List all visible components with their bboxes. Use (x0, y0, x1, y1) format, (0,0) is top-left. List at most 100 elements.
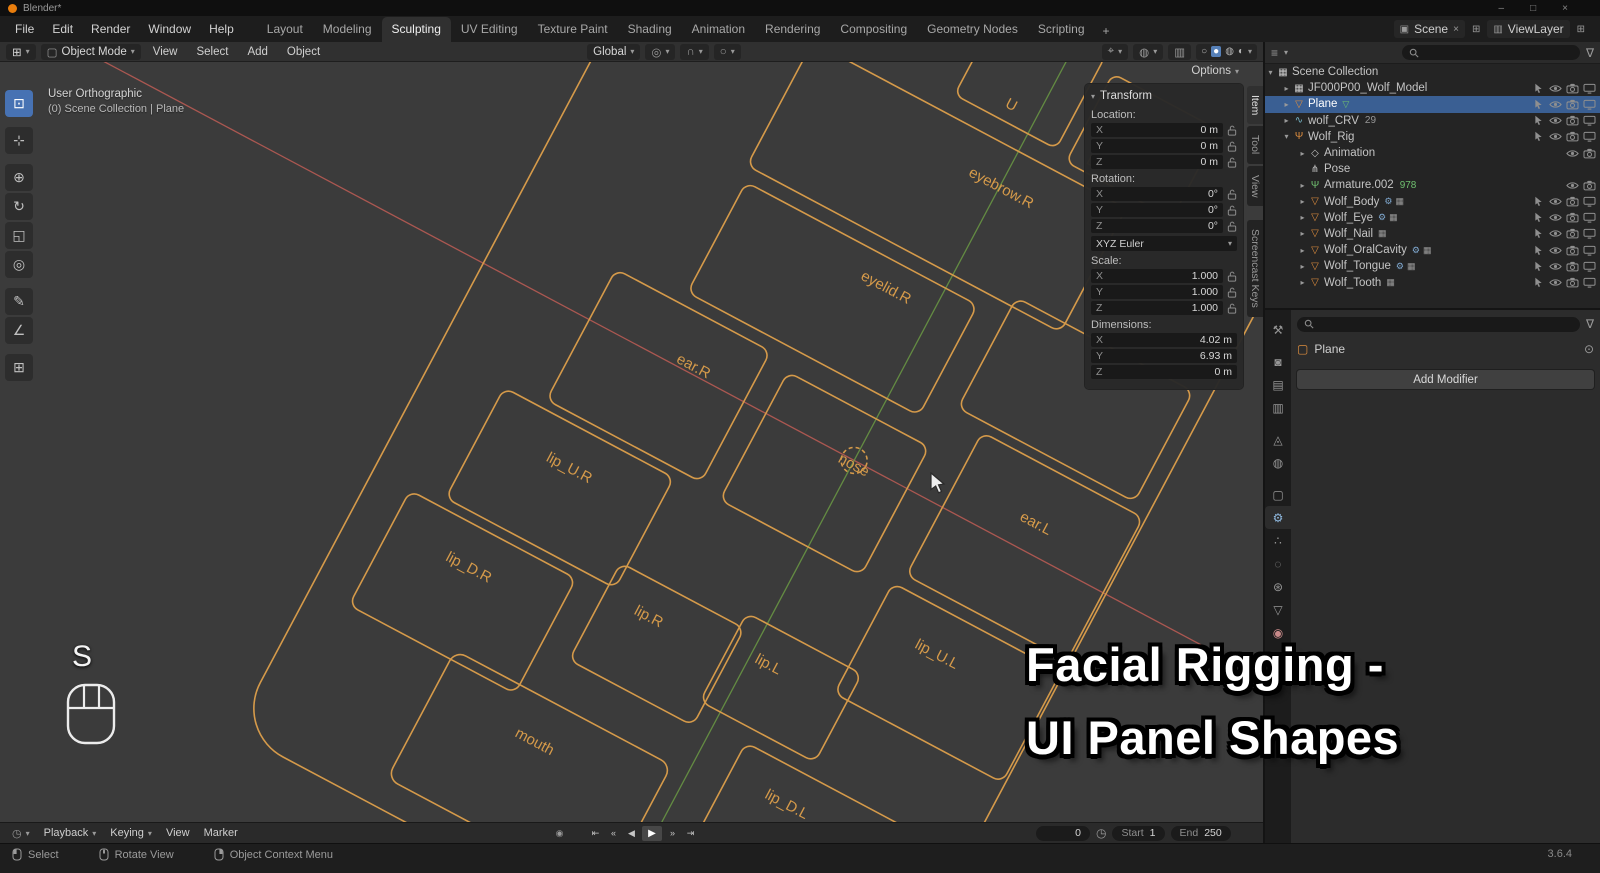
timeline-editor-selector[interactable]: ◷ ▾ (6, 825, 36, 842)
expand-icon[interactable]: ▾ (1265, 68, 1276, 77)
tab-constraint-properties[interactable]: ⊛ (1265, 575, 1291, 598)
camera-icon[interactable] (1566, 228, 1579, 239)
tab-output-properties[interactable]: ▤ (1265, 373, 1291, 396)
shape-u[interactable] (955, 62, 1106, 149)
tab-tool[interactable]: Tool (1247, 126, 1263, 164)
scene-unlink-icon[interactable]: × (1453, 24, 1459, 35)
outliner-row-wolf-nail[interactable]: ▸ ▽ Wolf_Nail ▦ (1265, 226, 1600, 242)
shape-lip-r[interactable] (569, 563, 744, 726)
mode-dropdown[interactable]: ▢ Object Mode ▾ (40, 43, 141, 60)
selectable-icon[interactable] (1532, 99, 1545, 110)
jump-to-start-button[interactable]: ⇤ (588, 826, 603, 841)
shape-eyelid-r[interactable] (687, 182, 977, 415)
location-x-field[interactable]: X0 m (1091, 123, 1223, 137)
editor-type-selector[interactable]: ⊞ ▾ (6, 43, 36, 60)
expand-icon[interactable]: ▸ (1297, 181, 1308, 190)
frame-end-field[interactable]: End 250 (1170, 825, 1231, 841)
expand-icon[interactable]: ▸ (1297, 262, 1308, 271)
lock-icon[interactable] (1227, 303, 1237, 314)
tab-modifier-properties[interactable]: ⚙ (1265, 506, 1291, 529)
breadcrumb-object-name[interactable]: Plane (1314, 342, 1345, 356)
shading-solid-button[interactable]: ● (1211, 46, 1222, 57)
transform-panel-header[interactable]: ▾ Transform (1091, 87, 1237, 105)
tab-object-properties[interactable]: ▢ (1265, 483, 1291, 506)
gizmo-toggle[interactable]: ⌖ ▾ (1101, 43, 1129, 60)
lock-icon[interactable] (1227, 125, 1237, 136)
timeline-marker-menu[interactable]: Marker (198, 825, 244, 841)
shading-material-button[interactable]: ◍ (1225, 46, 1234, 57)
camera-icon[interactable] (1566, 245, 1579, 256)
eye-icon[interactable] (1549, 131, 1562, 142)
jump-to-end-button[interactable]: ⇥ (683, 826, 698, 841)
overlays-toggle[interactable]: ◍ ▾ (1133, 43, 1164, 60)
snap-toggle[interactable]: ∩ ▾ (680, 43, 709, 60)
selectable-icon[interactable] (1532, 245, 1545, 256)
tab-item[interactable]: Item (1247, 86, 1263, 125)
selectable-icon[interactable] (1532, 277, 1545, 288)
selectable-icon[interactable] (1532, 115, 1545, 126)
pivot-dropdown[interactable]: ◎ ▾ (645, 43, 676, 60)
tab-screencast-keys[interactable]: Screencast Keys (1247, 220, 1263, 318)
expand-icon[interactable]: ▸ (1281, 116, 1292, 125)
expand-icon[interactable]: ▸ (1297, 246, 1308, 255)
eye-icon[interactable] (1549, 245, 1562, 256)
options-button[interactable]: Options ▾ (1191, 65, 1239, 77)
tab-object-data-properties[interactable]: ▽ (1265, 598, 1291, 621)
current-frame-field[interactable]: 0 (1036, 825, 1090, 841)
tab-particle-properties[interactable]: ∴ (1265, 529, 1291, 552)
tab-uv-editing[interactable]: UV Editing (451, 17, 528, 42)
eye-icon[interactable] (1549, 212, 1562, 223)
outliner-search-input[interactable] (1401, 45, 1580, 60)
new-viewlayer-button[interactable]: ⊞ (1574, 22, 1588, 37)
minimize-button[interactable]: – (1499, 3, 1505, 14)
expand-icon[interactable]: ▸ (1297, 197, 1308, 206)
tab-texture-paint[interactable]: Texture Paint (528, 17, 618, 42)
tool-rotate[interactable]: ↻ (5, 193, 33, 220)
expand-icon[interactable]: ▾ (1281, 132, 1292, 141)
outliner-row-plane[interactable]: ▸ ▽ Plane ▽ (1265, 96, 1600, 113)
new-scene-button[interactable]: ⊞ (1469, 22, 1483, 37)
eye-icon[interactable] (1549, 99, 1562, 110)
tool-move[interactable]: ⊕ (5, 164, 33, 191)
lock-icon[interactable] (1227, 221, 1237, 232)
location-z-field[interactable]: Z0 m (1091, 155, 1223, 169)
rotation-y-field[interactable]: Y 0° (1091, 203, 1223, 217)
outliner-row-scene-collection[interactable]: ▾ ▦ Scene Collection (1265, 64, 1600, 80)
outliner-row-wolf-body[interactable]: ▸ ▽ Wolf_Body ⚙ ▦ (1265, 194, 1600, 210)
dimensions-y-field[interactable]: Y 6.93 m (1091, 349, 1237, 363)
menu-select[interactable]: Select (189, 44, 235, 60)
tab-sculpting[interactable]: Sculpting (381, 17, 451, 42)
camera-icon[interactable] (1566, 115, 1579, 126)
add-modifier-button[interactable]: Add Modifier (1297, 370, 1594, 389)
frame-start-field[interactable]: Start 1 (1112, 825, 1165, 841)
shape-face-center[interactable] (720, 372, 929, 575)
expand-icon[interactable]: ▸ (1281, 100, 1292, 109)
lock-icon[interactable] (1227, 205, 1237, 216)
outliner-row-wolf-tooth[interactable]: ▸ ▽ Wolf_Tooth ▦ (1265, 274, 1600, 290)
display-icon[interactable] (1583, 115, 1596, 126)
tool-measure[interactable]: ∠ (5, 317, 33, 344)
camera-icon[interactable] (1566, 99, 1579, 110)
eye-icon[interactable] (1566, 180, 1579, 191)
maximize-button[interactable]: □ (1530, 3, 1536, 14)
outliner-row-animation[interactable]: ▸ ◇ Animation (1265, 145, 1600, 161)
tab-compositing[interactable]: Compositing (830, 17, 917, 42)
menu-add[interactable]: Add (240, 44, 274, 60)
auto-key-button[interactable]: ◉ (552, 826, 567, 841)
expand-icon[interactable]: ▸ (1297, 149, 1308, 158)
display-icon[interactable] (1583, 261, 1596, 272)
tab-modeling[interactable]: Modeling (313, 17, 382, 42)
menu-window[interactable]: Window (139, 18, 200, 40)
playback-menu[interactable]: Playback ▾ (38, 825, 103, 841)
keying-menu[interactable]: Keying ▾ (104, 825, 158, 841)
camera-icon[interactable] (1566, 83, 1579, 94)
selectable-icon[interactable] (1532, 131, 1545, 142)
camera-icon[interactable] (1566, 212, 1579, 223)
menu-render[interactable]: Render (82, 18, 139, 40)
menu-view[interactable]: View (146, 44, 185, 60)
eye-icon[interactable] (1549, 196, 1562, 207)
camera-icon[interactable] (1566, 277, 1579, 288)
tab-layout[interactable]: Layout (257, 17, 313, 42)
expand-icon[interactable]: ▸ (1297, 229, 1308, 238)
play-reverse-button[interactable]: ◀ (624, 826, 639, 841)
